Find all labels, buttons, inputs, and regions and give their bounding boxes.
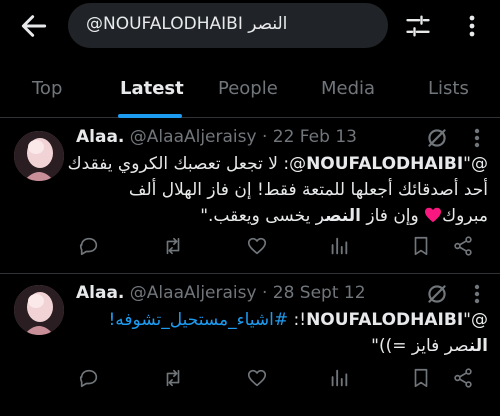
author-name[interactable]: Alaa. [76, 283, 124, 303]
text-segment: مبروك [442, 206, 488, 226]
text-segment: وإن فاز [361, 206, 425, 226]
back-arrow-icon[interactable] [18, 10, 50, 42]
mention[interactable]: NOUFALODHAIBI [306, 154, 463, 174]
tweet-actions [0, 367, 500, 395]
share-icon[interactable] [452, 235, 474, 257]
views-icon[interactable] [328, 367, 350, 389]
avatar[interactable] [14, 285, 64, 335]
text-line: أحد أصدقائك أجعلها للمتعة فقط! إن فاز ال… [128, 180, 488, 200]
grok-icon[interactable] [424, 125, 450, 151]
share-icon[interactable] [452, 367, 474, 389]
text-segment: @" [463, 310, 488, 330]
tab-media[interactable]: Media [321, 78, 375, 99]
reply-icon[interactable] [78, 367, 100, 389]
mention[interactable]: NOUFALODHAIBI [306, 310, 463, 330]
text-segment: !: [288, 310, 307, 330]
views-icon[interactable] [328, 235, 350, 257]
tweet-header: Alaa. @AlaaAljeraisy · 22 Feb 13 [76, 127, 357, 147]
bookmark-icon[interactable] [410, 367, 432, 389]
retweet-icon[interactable] [162, 235, 184, 257]
author-name[interactable]: Alaa. [76, 127, 124, 147]
bookmark-icon[interactable] [410, 235, 432, 257]
search-input[interactable]: @NOUFALODHAIBI النصر [68, 3, 388, 48]
text-segment: @: لا تجعل تعصبك الكروي يفقدك [67, 154, 307, 174]
text-segment: @" [463, 154, 488, 174]
tweet[interactable]: Alaa. @AlaaAljeraisy · 22 Feb 13 @"NOUFA… [0, 119, 500, 274]
tab-bar: Top Latest People Media Lists [0, 64, 500, 118]
filter-sliders-icon[interactable] [404, 12, 432, 40]
author-handle-date[interactable]: @AlaaAljeraisy · 28 Sept 12 [124, 283, 366, 303]
tweet-text: @"NOUFALODHAIBI!: #اشياء_مستحيل_تشوفه! ا… [76, 307, 488, 359]
retweet-icon[interactable] [162, 367, 184, 389]
text-segment: صر فايز =))" [371, 336, 469, 356]
hashtag[interactable]: #اشياء_مستحيل_تشوفه! [108, 310, 288, 330]
avatar-image [14, 285, 64, 335]
avatar[interactable] [14, 131, 64, 181]
tab-people[interactable]: People [218, 78, 278, 99]
more-vertical-icon[interactable] [466, 125, 488, 151]
tab-top[interactable]: Top [32, 78, 62, 99]
reply-icon[interactable] [78, 235, 100, 257]
like-icon[interactable] [246, 235, 268, 257]
heart-emoji-icon [425, 207, 442, 223]
more-vertical-icon[interactable] [466, 281, 488, 307]
tweet[interactable]: Alaa. @AlaaAljeraisy · 28 Sept 12 @"NOUF… [0, 275, 500, 416]
author-handle-date[interactable]: @AlaaAljeraisy · 22 Feb 13 [124, 127, 357, 147]
tab-latest[interactable]: Latest [120, 78, 184, 99]
like-icon[interactable] [246, 367, 268, 389]
text-segment: ر يخسى ويعقب." [200, 206, 326, 226]
grok-icon[interactable] [424, 281, 450, 307]
top-bar: @NOUFALODHAIBI النصر [0, 0, 500, 52]
active-tab-indicator [118, 114, 182, 118]
more-vertical-icon[interactable] [460, 10, 484, 42]
highlight: الن [468, 336, 488, 356]
tab-lists[interactable]: Lists [428, 78, 469, 99]
tweet-text: @"NOUFALODHAIBI@: لا تجعل تعصبك الكروي ي… [68, 151, 488, 229]
highlight: النص [325, 206, 361, 226]
tweet-actions [0, 235, 500, 263]
tweet-header: Alaa. @AlaaAljeraisy · 28 Sept 12 [76, 283, 366, 303]
avatar-image [14, 131, 64, 181]
search-query[interactable]: @NOUFALODHAIBI النصر [86, 14, 287, 34]
